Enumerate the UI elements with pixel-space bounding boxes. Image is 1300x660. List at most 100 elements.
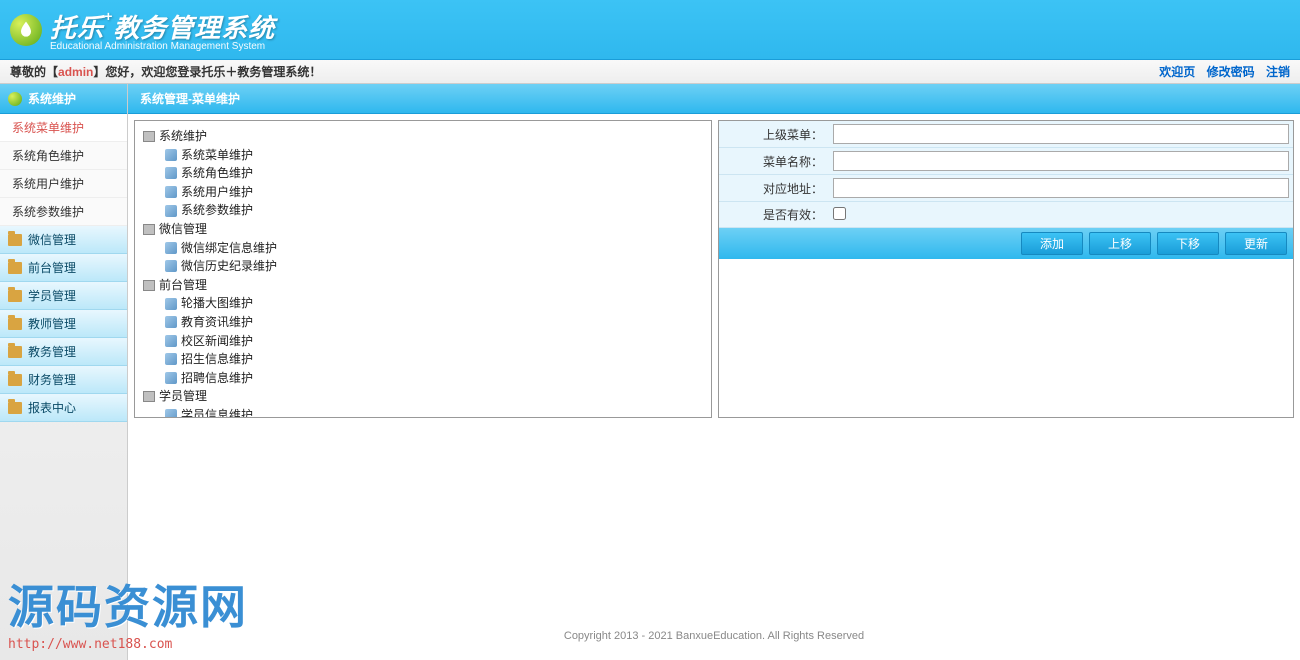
document-icon: [165, 409, 177, 418]
brand-prefix: 托乐: [50, 13, 104, 43]
content-area: 系统管理-菜单维护 系统维护系统菜单维护系统角色维护系统用户维护系统参数维护微信…: [128, 84, 1300, 660]
tree-node-label: 教育资讯维护: [181, 313, 253, 332]
sidebar-sub-item[interactable]: 系统用户维护: [0, 170, 127, 198]
document-icon: [165, 353, 177, 365]
sidebar-menu-label: 微信管理: [28, 231, 76, 248]
sidebar-menu-item[interactable]: 学员管理: [0, 282, 127, 310]
tree-leaf-node[interactable]: 招聘信息维护: [143, 369, 703, 388]
welcome-prefix: 尊敬的【: [10, 65, 58, 79]
tree-leaf-node[interactable]: 招生信息维护: [143, 350, 703, 369]
move-up-button[interactable]: 上移: [1089, 232, 1151, 255]
app-header: 托乐+教务管理系统 Educational Administration Man…: [0, 0, 1300, 60]
sidebar-menu-label: 学员管理: [28, 287, 76, 304]
tree-node-label: 学员管理: [159, 387, 207, 406]
link-home[interactable]: 欢迎页: [1159, 65, 1195, 79]
folder-icon: [143, 280, 155, 291]
label-parent-menu: 上级菜单：: [719, 122, 829, 147]
tree-folder-node[interactable]: 系统维护: [143, 127, 703, 146]
sidebar-menu-item[interactable]: 前台管理: [0, 254, 127, 282]
move-down-button[interactable]: 下移: [1157, 232, 1219, 255]
tree-leaf-node[interactable]: 系统参数维护: [143, 201, 703, 220]
sidebar-menu-item[interactable]: 教师管理: [0, 310, 127, 338]
watermark: 源码资源网 http://www.net188.com: [8, 571, 248, 652]
tree-leaf-node[interactable]: 教育资讯维护: [143, 313, 703, 332]
sidebar-menu-item[interactable]: 教务管理: [0, 338, 127, 366]
document-icon: [165, 372, 177, 384]
menu-tree-panel[interactable]: 系统维护系统菜单维护系统角色维护系统用户维护系统参数维护微信管理微信绑定信息维护…: [134, 120, 712, 418]
link-logout[interactable]: 注销: [1266, 65, 1290, 79]
welcome-username: admin: [58, 65, 93, 79]
logo-icon: [10, 14, 42, 46]
folder-icon: [143, 131, 155, 142]
tree-node-label: 学员信息维护: [181, 406, 253, 418]
sidebar-menu-label: 前台管理: [28, 259, 76, 276]
input-menu-name[interactable]: [833, 151, 1289, 171]
tree-node-label: 招聘信息维护: [181, 369, 253, 388]
sidebar-menu-label: 财务管理: [28, 371, 76, 388]
tree-folder-node[interactable]: 微信管理: [143, 220, 703, 239]
sidebar-section-system[interactable]: 系统维护: [0, 84, 127, 114]
tree-leaf-node[interactable]: 学员信息维护: [143, 406, 703, 418]
tree-node-label: 系统参数维护: [181, 201, 253, 220]
checkbox-enabled[interactable]: [833, 207, 846, 220]
tree-node-label: 前台管理: [159, 276, 207, 295]
tree-folder-node[interactable]: 学员管理: [143, 387, 703, 406]
link-change-password[interactable]: 修改密码: [1207, 65, 1255, 79]
document-icon: [165, 316, 177, 328]
folder-icon: [8, 374, 22, 386]
brand-suffix: 教务管理系统: [113, 13, 275, 43]
label-url: 对应地址：: [719, 176, 829, 201]
document-icon: [165, 149, 177, 161]
sidebar-sub-item[interactable]: 系统角色维护: [0, 142, 127, 170]
watermark-url: http://www.net188.com: [8, 637, 248, 652]
add-button[interactable]: 添加: [1021, 232, 1083, 255]
tree-folder-node[interactable]: 前台管理: [143, 276, 703, 295]
sidebar-sub-item[interactable]: 系统参数维护: [0, 198, 127, 226]
tree-node-label: 系统菜单维护: [181, 146, 253, 165]
folder-icon: [8, 318, 22, 330]
folder-icon: [143, 224, 155, 235]
brand-subtitle: Educational Administration Management Sy…: [50, 41, 275, 52]
folder-icon: [8, 402, 22, 414]
sidebar-menu-label: 教师管理: [28, 315, 76, 332]
folder-icon: [143, 391, 155, 402]
tree-node-label: 轮播大图维护: [181, 294, 253, 313]
document-icon: [165, 167, 177, 179]
form-button-row: 添加 上移 下移 更新: [719, 228, 1293, 259]
tree-node-label: 系统用户维护: [181, 183, 253, 202]
sidebar-menu-item[interactable]: 报表中心: [0, 394, 127, 422]
folder-icon: [8, 262, 22, 274]
folder-icon: [8, 290, 22, 302]
document-icon: [165, 186, 177, 198]
label-enabled: 是否有效：: [719, 202, 829, 227]
folder-icon: [8, 234, 22, 246]
sidebar-menu-item[interactable]: 微信管理: [0, 226, 127, 254]
tree-node-label: 系统维护: [159, 127, 207, 146]
tree-leaf-node[interactable]: 系统角色维护: [143, 164, 703, 183]
tree-leaf-node[interactable]: 微信历史纪录维护: [143, 257, 703, 276]
tree-leaf-node[interactable]: 轮播大图维护: [143, 294, 703, 313]
refresh-button[interactable]: 更新: [1225, 232, 1287, 255]
tree-node-label: 微信历史纪录维护: [181, 257, 277, 276]
tree-node-label: 系统角色维护: [181, 164, 253, 183]
tree-leaf-node[interactable]: 系统菜单维护: [143, 146, 703, 165]
document-icon: [165, 205, 177, 217]
tree-leaf-node[interactable]: 微信绑定信息维护: [143, 239, 703, 258]
menu-form-panel: 上级菜单： 菜单名称： 对应地址： 是否有效： 添加 上移: [718, 120, 1294, 418]
tree-leaf-node[interactable]: 系统用户维护: [143, 183, 703, 202]
brand-block: 托乐+教务管理系统 Educational Administration Man…: [50, 8, 275, 52]
label-menu-name: 菜单名称：: [719, 149, 829, 174]
input-parent-menu[interactable]: [833, 124, 1289, 144]
tree-leaf-node[interactable]: 校区新闻维护: [143, 332, 703, 351]
sidebar-sub-item[interactable]: 系统菜单维护: [0, 114, 127, 142]
footer-copyright: Copyright 2013 - 2021 BanxueEducation. A…: [128, 612, 1300, 660]
breadcrumb: 系统管理-菜单维护: [128, 84, 1300, 114]
sidebar-menu-item[interactable]: 财务管理: [0, 366, 127, 394]
input-url[interactable]: [833, 178, 1289, 198]
tree-node-label: 微信绑定信息维护: [181, 239, 277, 258]
watermark-text: 源码资源网: [8, 571, 248, 637]
sidebar-menu-label: 教务管理: [28, 343, 76, 360]
document-icon: [165, 298, 177, 310]
leaf-icon: [8, 92, 22, 106]
document-icon: [165, 260, 177, 272]
